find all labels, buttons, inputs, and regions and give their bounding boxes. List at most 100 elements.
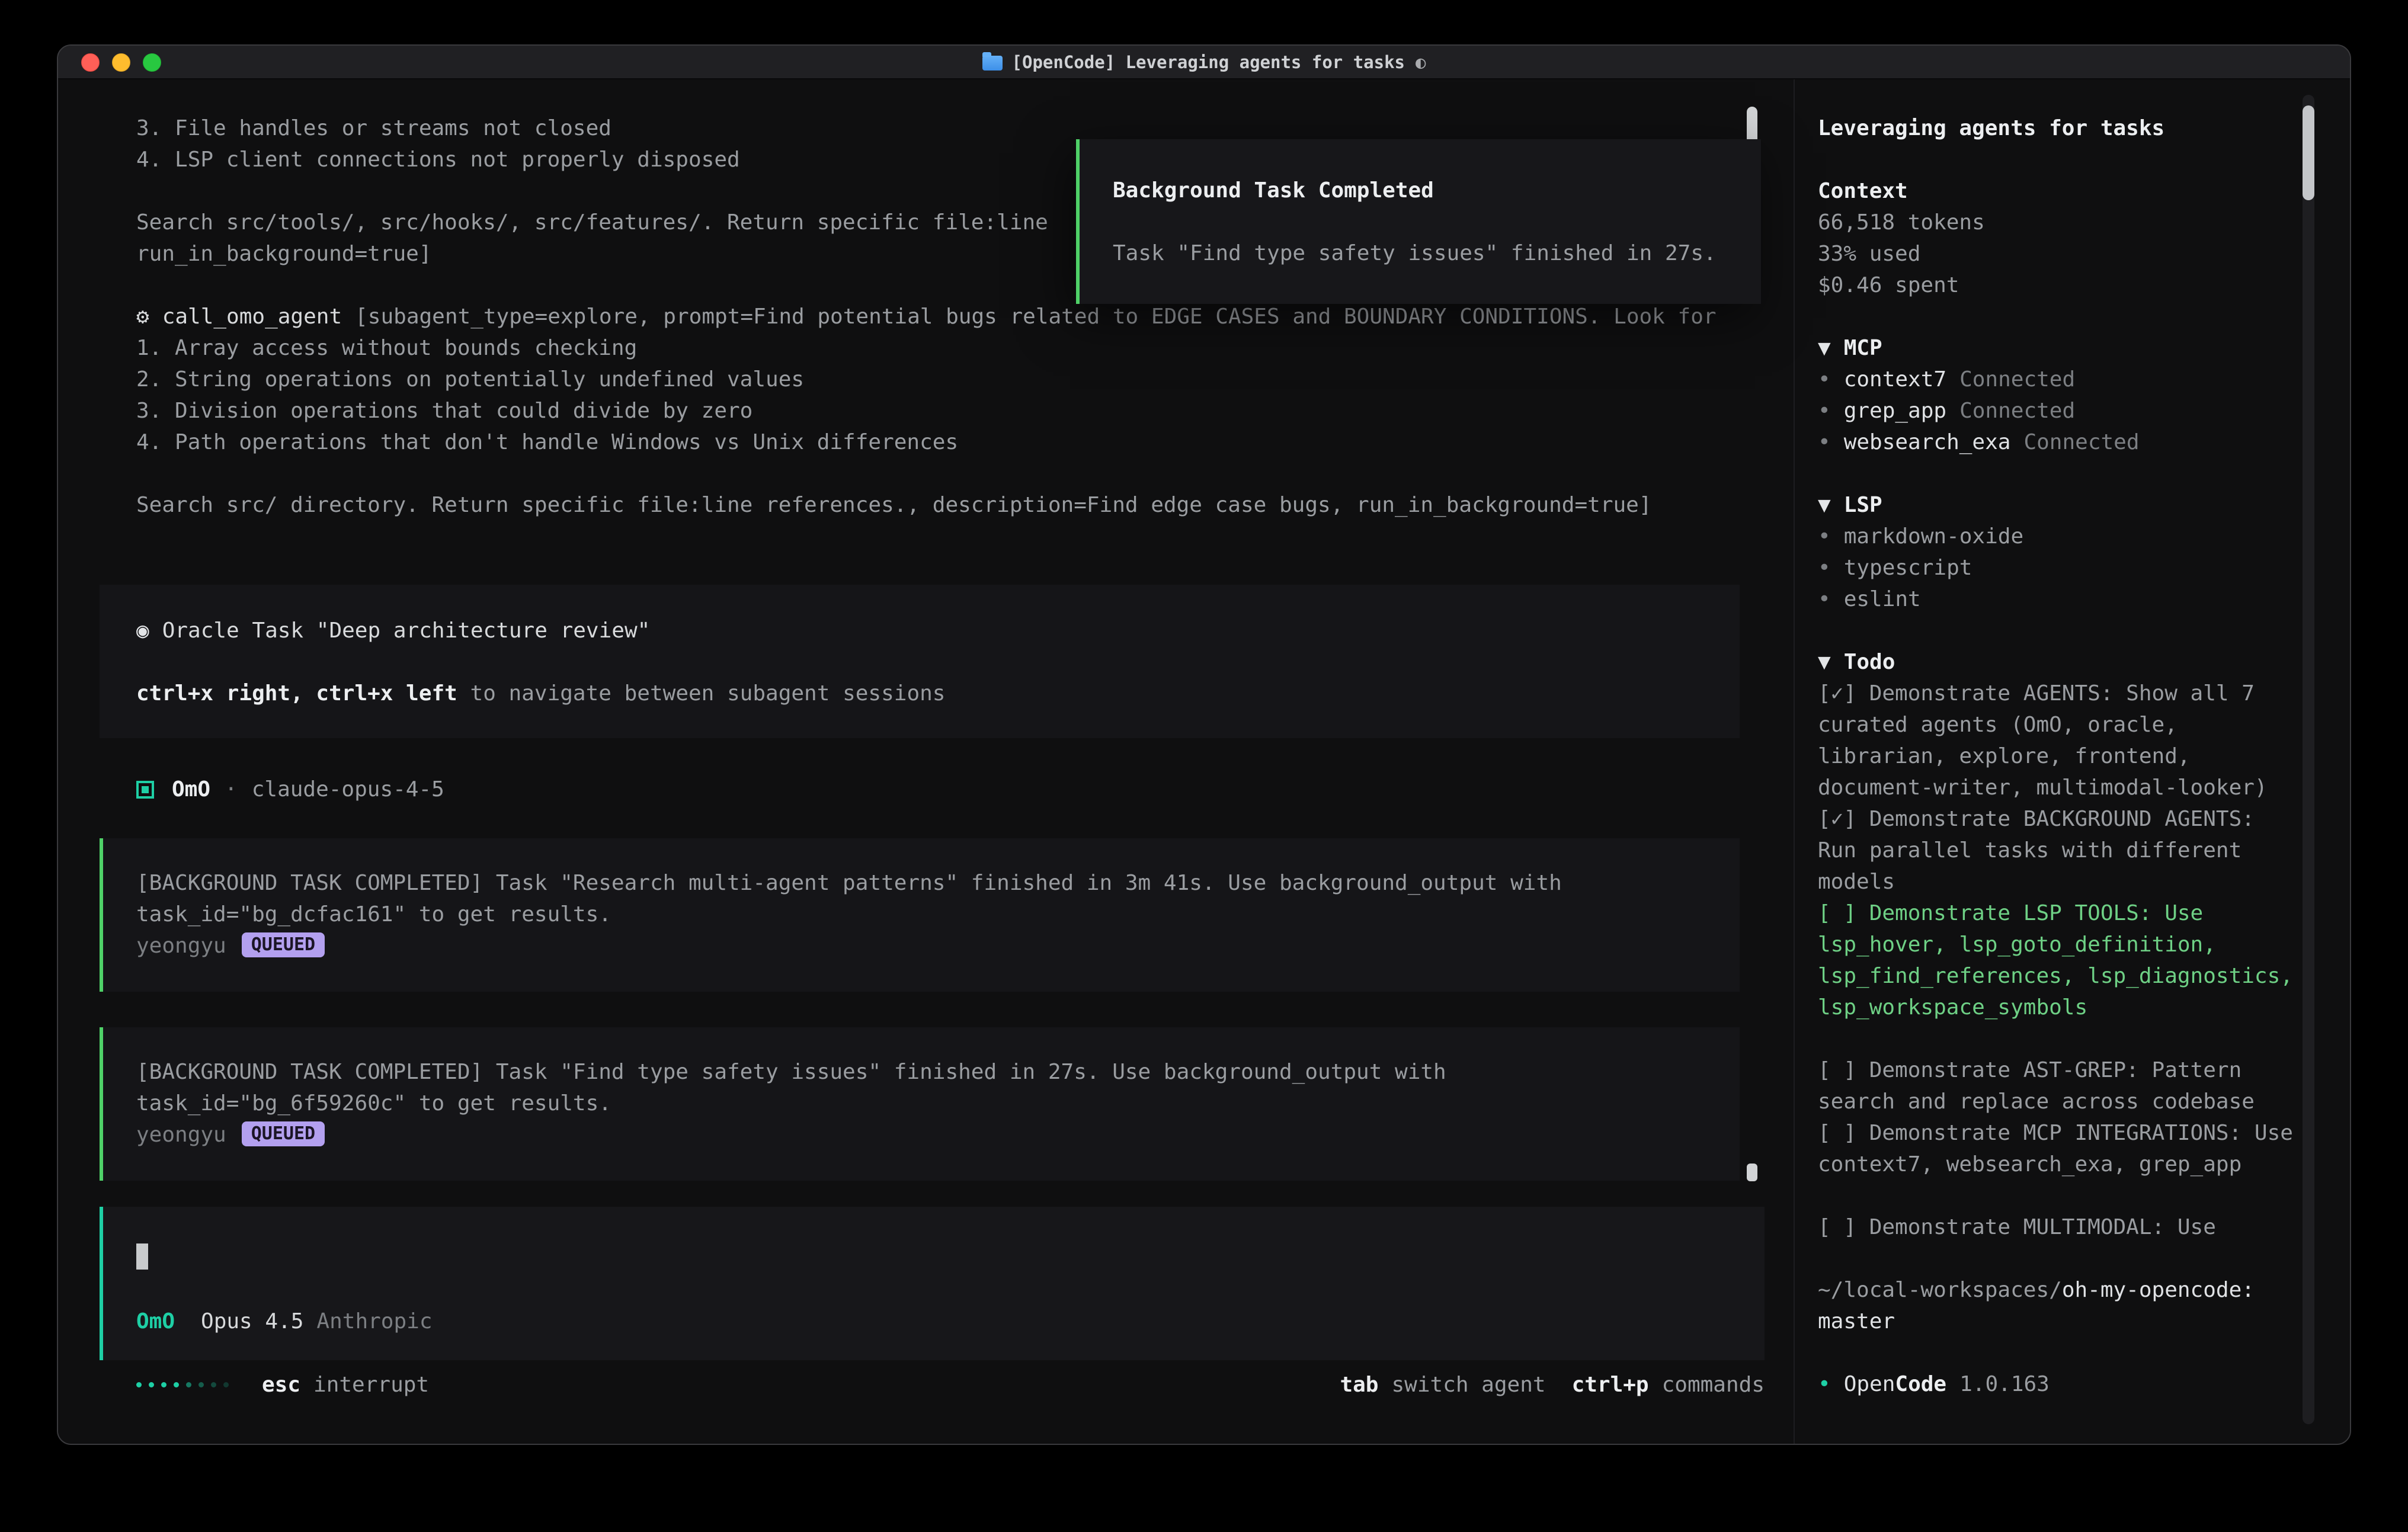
tab-key-hint: tab <box>1340 1373 1378 1397</box>
background-task-notification: Background Task Completed Task "Find typ… <box>1076 139 1761 304</box>
navigation-hint: ctrl+x right, ctrl+x left to navigate be… <box>136 678 1740 709</box>
notification-body: Task "Find type safety issues" finished … <box>1113 238 1761 269</box>
bullet-icon: • <box>1818 524 1831 549</box>
task-user: yeongyu <box>136 934 226 958</box>
esc-key-hint: esc <box>262 1373 300 1397</box>
sidebar-scrollbar-thumb[interactable] <box>2303 105 2314 200</box>
statusbar-right: tab switch agent ctrl+p commands <box>1340 1373 1765 1397</box>
input-agent-name: OmO <box>136 1309 175 1334</box>
tool-call-name: call_omo_agent <box>162 305 342 329</box>
background-task-message: [BACKGROUND TASK COMPLETED] Task "Resear… <box>100 838 1740 992</box>
bullet-icon: • <box>1818 587 1831 611</box>
window-title: [OpenCode] Leveraging agents for tasks ◐ <box>982 52 1426 72</box>
blank-line <box>1818 458 2299 489</box>
terminal-line: Search src/ directory. Return specific f… <box>136 489 1754 521</box>
agent-session-header[interactable]: OmO · claude-opus-4-5 <box>136 774 444 805</box>
mcp-item: •grep_appConnected <box>1818 395 2299 427</box>
task-message-meta: yeongyu QUEUED <box>136 1119 1728 1150</box>
close-button[interactable] <box>81 53 100 72</box>
agent-model: claude-opus-4-5 <box>252 777 444 802</box>
todo-item-active: [ ] Demonstrate LSP TOOLS: Use lsp_hover… <box>1818 898 2299 1023</box>
git-branch: master <box>1818 1306 2299 1337</box>
blank-line <box>136 646 1740 678</box>
ctrlp-key-hint: ctrl+p <box>1572 1373 1649 1397</box>
workspace-path: ~/local-workspaces/oh-my-opencode: <box>1818 1274 2299 1306</box>
bullet-icon: • <box>1818 399 1831 423</box>
lsp-item: •eslint <box>1818 584 2299 615</box>
text-cursor <box>136 1243 148 1270</box>
terminal-line: 4. Path operations that don't handle Win… <box>136 427 1754 458</box>
terminal-line: 2. String operations on potentially unde… <box>136 364 1754 395</box>
terminal-line: 3. Division operations that could divide… <box>136 395 1754 427</box>
todo-item-pending: [ ] Demonstrate MULTIMODAL: Use <box>1818 1212 2299 1243</box>
oracle-task-panel[interactable]: ◉Oracle Task "Deep architecture review" … <box>100 585 1740 738</box>
input-model-info: OmO Opus 4.5 Anthropic <box>136 1306 433 1337</box>
input-model-name: Opus 4.5 <box>201 1309 303 1334</box>
tool-call-args: [subagent_type=explore, prompt=Find pote… <box>355 305 1716 329</box>
mcp-item: •websearch_exaConnected <box>1818 427 2299 458</box>
fisheye-icon: ◉ <box>136 618 149 643</box>
collapse-triangle-icon: ▼ <box>1818 336 1831 360</box>
bullet-icon: • <box>1818 430 1831 454</box>
blank-line <box>1818 615 2299 646</box>
todo-item-pending: [ ] Demonstrate MCP INTEGRATIONS: Use co… <box>1818 1117 2299 1180</box>
switch-agent-label: switch agent <box>1391 1373 1545 1397</box>
task-user: yeongyu <box>136 1123 226 1147</box>
main-scrollbar-marker[interactable] <box>1747 1164 1757 1181</box>
interrupt-label: interrupt <box>313 1373 429 1397</box>
status-badge: QUEUED <box>242 932 325 957</box>
oracle-task-title: ◉Oracle Task "Deep architecture review" <box>136 615 1740 646</box>
recording-indicator-icon: ◐ <box>1416 52 1426 72</box>
collapse-triangle-icon: ▼ <box>1818 493 1831 517</box>
sidebar-scrollbar-track[interactable] <box>2303 95 2314 1424</box>
blank-line <box>1113 206 1761 238</box>
mcp-section-header[interactable]: ▼MCP <box>1818 332 2299 364</box>
agent-name: OmO <box>172 777 210 802</box>
titlebar: [OpenCode] Leveraging agents for tasks ◐ <box>58 46 2350 79</box>
todo-item-done: [✓] Demonstrate AGENTS: Show all 7 curat… <box>1818 678 2299 803</box>
bullet-icon: • <box>1818 367 1831 392</box>
status-bar: esc interrupt tab switch agent ctrl+p co… <box>136 1369 1765 1400</box>
collapse-triangle-icon: ▼ <box>1818 650 1831 674</box>
spinner-dots-icon <box>136 1382 236 1387</box>
minimize-button[interactable] <box>112 53 130 72</box>
todo-item-pending: [ ] Demonstrate AST-GREP: Pattern search… <box>1818 1055 2299 1117</box>
folder-icon <box>982 56 1003 70</box>
context-heading: Context <box>1818 175 2299 207</box>
tool-call-line: ⚙ call_omo_agent [subagent_type=explore, p… <box>136 301 1754 332</box>
bullet-icon: • <box>1818 556 1831 580</box>
window-title-text: [OpenCode] Leveraging agents for tasks <box>1012 52 1405 72</box>
session-sidebar[interactable]: Leveraging agents for tasks Context 66,5… <box>1795 79 2351 1445</box>
blank-line <box>1818 301 2299 332</box>
gear-icon: ⚙ <box>136 305 149 329</box>
notification-title: Background Task Completed <box>1113 175 1761 206</box>
context-spent: $0.46 spent <box>1818 270 2299 301</box>
statusbar-left: esc interrupt <box>136 1373 429 1397</box>
background-task-message: [BACKGROUND TASK COMPLETED] Task "Find t… <box>100 1027 1740 1181</box>
lsp-item: •markdown-oxide <box>1818 521 2299 552</box>
commands-label: commands <box>1662 1373 1765 1397</box>
todo-section-header[interactable]: ▼Todo <box>1818 646 2299 678</box>
task-message-meta: yeongyu QUEUED <box>136 930 1728 961</box>
prompt-input[interactable]: OmO Opus 4.5 Anthropic <box>100 1207 1765 1360</box>
sidebar-content: Leveraging agents for tasks Context 66,5… <box>1818 113 2299 1400</box>
todo-item-done: [✓] Demonstrate BACKGROUND AGENTS: Run p… <box>1818 803 2299 898</box>
blank-line <box>1818 144 2299 175</box>
terminal-window: [OpenCode] Leveraging agents for tasks ◐… <box>57 44 2351 1445</box>
session-title: Leveraging agents for tasks <box>1818 113 2299 144</box>
window-controls <box>81 53 174 72</box>
terminal-line: 1. Array access without bounds checking <box>136 332 1754 364</box>
input-provider-name: Anthropic <box>316 1309 432 1334</box>
separator-dot: · <box>225 777 238 802</box>
lsp-item: •typescript <box>1818 552 2299 584</box>
zoom-button[interactable] <box>143 53 161 72</box>
lsp-section-header[interactable]: ▼LSP <box>1818 489 2299 521</box>
context-used: 33% used <box>1818 238 2299 270</box>
task-message-text: [BACKGROUND TASK COMPLETED] Task "Resear… <box>136 867 1728 930</box>
app-version: •OpenCode1.0.163 <box>1818 1368 2299 1400</box>
status-badge: QUEUED <box>242 1121 325 1146</box>
blank-line <box>136 458 1754 489</box>
omo-agent-icon <box>136 781 154 799</box>
mcp-item: •context7Connected <box>1818 364 2299 395</box>
conversation-pane[interactable]: 3. File handles or streams not closed 4.… <box>58 79 1794 1445</box>
